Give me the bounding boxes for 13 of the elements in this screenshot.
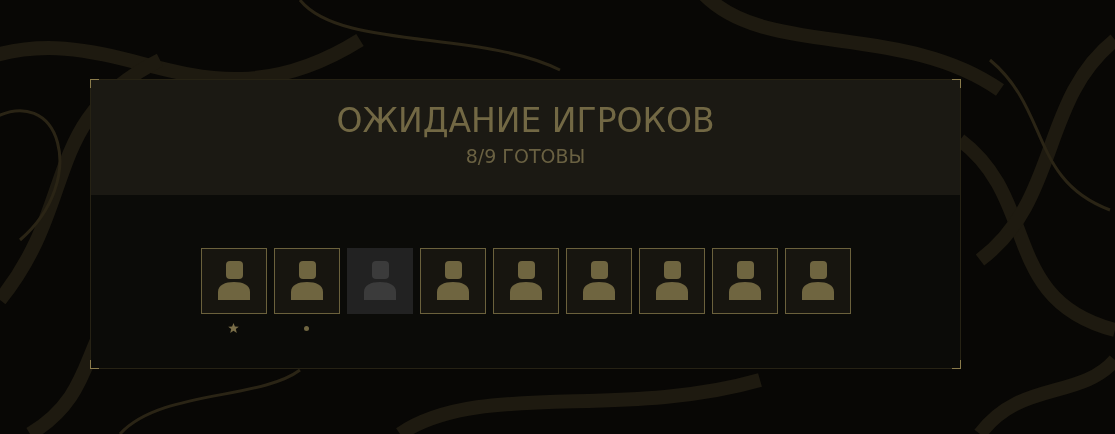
person-icon [436,261,469,301]
person-icon [217,261,250,301]
person-icon [655,261,688,301]
panel-title: ОЖИДАНИЕ ИГРОКОВ [336,101,715,141]
person-icon [363,261,396,301]
person-icon [290,261,323,301]
person-icon [801,261,834,301]
person-icon [509,261,542,301]
star-icon [228,323,239,333]
ready-count: 8/9 ГОТОВЫ [465,144,586,168]
person-icon [728,261,761,301]
dot-icon [304,325,309,331]
person-icon [582,261,615,301]
